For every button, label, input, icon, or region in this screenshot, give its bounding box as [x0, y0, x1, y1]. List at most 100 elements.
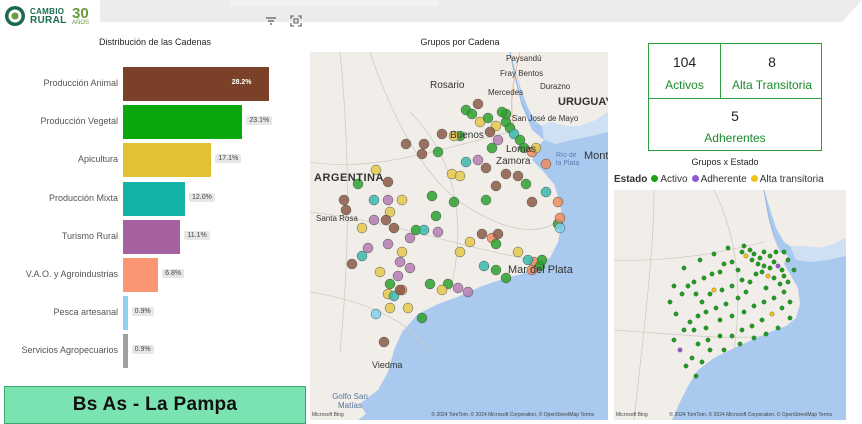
map2-marker[interactable]: [759, 317, 765, 323]
map2-marker[interactable]: [691, 327, 697, 333]
bar[interactable]: [123, 334, 128, 369]
map2-marker[interactable]: [785, 279, 791, 285]
map1-marker[interactable]: [520, 178, 532, 190]
map2-marker[interactable]: [767, 253, 773, 259]
map2-marker[interactable]: [725, 245, 731, 251]
map2-marker[interactable]: [751, 303, 757, 309]
map2-marker[interactable]: [763, 285, 769, 291]
map2-marker[interactable]: [781, 289, 787, 295]
map2-marker[interactable]: [781, 249, 787, 255]
map1-marker[interactable]: [380, 214, 392, 226]
map2-marker[interactable]: [771, 275, 777, 281]
map2-marker[interactable]: [699, 359, 705, 365]
legend-adherente[interactable]: Adherente: [701, 174, 747, 185]
map2-marker[interactable]: [717, 317, 723, 323]
map2-marker[interactable]: [735, 267, 741, 273]
map1-marker[interactable]: [418, 138, 430, 150]
map1-marker[interactable]: [480, 194, 492, 206]
map1-marker[interactable]: [382, 238, 394, 250]
map1-marker[interactable]: [480, 162, 492, 174]
map2-attribution[interactable]: © 2024 TomTom, © 2024 Microsoft Corporat…: [669, 412, 832, 418]
map2-marker[interactable]: [753, 271, 759, 277]
map1-marker[interactable]: [486, 142, 498, 154]
map2-marker[interactable]: [771, 259, 777, 265]
map2-marker[interactable]: [671, 283, 677, 289]
map1-marker[interactable]: [392, 270, 404, 282]
map1-marker[interactable]: [378, 336, 390, 348]
map1-marker[interactable]: [476, 228, 488, 240]
map2-marker[interactable]: [775, 325, 781, 331]
map1-marker[interactable]: [490, 180, 502, 192]
bar[interactable]: [123, 258, 159, 292]
map1-marker[interactable]: [396, 194, 408, 206]
map2-marker[interactable]: [709, 271, 715, 277]
map1-marker[interactable]: [362, 242, 374, 254]
bar[interactable]: [123, 181, 185, 216]
map1-marker[interactable]: [416, 312, 428, 324]
map2-marker[interactable]: [729, 259, 735, 265]
map2-marker[interactable]: [749, 257, 755, 263]
map1-marker[interactable]: [418, 224, 430, 236]
map2-marker[interactable]: [773, 249, 779, 255]
map2-marker[interactable]: [707, 291, 713, 297]
map1-marker[interactable]: [540, 158, 552, 170]
map2-marker[interactable]: [759, 269, 765, 275]
map2-marker[interactable]: [707, 347, 713, 353]
map1-marker[interactable]: [484, 126, 496, 138]
map2-marker[interactable]: [691, 279, 697, 285]
map1-marker[interactable]: [368, 194, 380, 206]
map2-marker[interactable]: [677, 347, 683, 353]
map1-marker[interactable]: [472, 98, 484, 110]
map1-marker[interactable]: [402, 302, 414, 314]
map2-marker[interactable]: [729, 333, 735, 339]
map2-marker[interactable]: [775, 263, 781, 269]
map1-marker[interactable]: [448, 196, 460, 208]
map1-marker[interactable]: [496, 106, 508, 118]
map2-marker[interactable]: [757, 255, 763, 261]
map1-marker[interactable]: [452, 282, 464, 294]
map2-marker[interactable]: [699, 299, 705, 305]
map1-marker[interactable]: [432, 226, 444, 238]
map2-marker[interactable]: [681, 327, 687, 333]
map2-marker[interactable]: [719, 287, 725, 293]
map2-marker[interactable]: [763, 331, 769, 337]
map1-marker[interactable]: [466, 108, 478, 120]
map2-marker[interactable]: [761, 263, 767, 269]
map2-marker[interactable]: [747, 247, 753, 253]
map2-marker[interactable]: [737, 341, 743, 347]
map1-marker[interactable]: [384, 302, 396, 314]
map2-marker[interactable]: [713, 305, 719, 311]
map1-marker[interactable]: [472, 154, 484, 166]
map2-marker[interactable]: [749, 323, 755, 329]
bar[interactable]: [123, 143, 212, 178]
map2-marker[interactable]: [791, 267, 797, 273]
map1-marker[interactable]: [454, 246, 466, 258]
map1-marker[interactable]: [500, 168, 512, 180]
map1-marker[interactable]: [462, 286, 474, 298]
map1-marker[interactable]: [436, 284, 448, 296]
map2-marker[interactable]: [703, 325, 709, 331]
map1-marker[interactable]: [396, 246, 408, 258]
map2-marker[interactable]: [761, 249, 767, 255]
map-grupos-x-estado[interactable]: Microsoft Bing © 2024 TomTom, © 2024 Mic…: [614, 190, 846, 420]
legend-alta-transitoria[interactable]: Alta transitoria: [760, 174, 824, 185]
map1-marker[interactable]: [554, 222, 566, 234]
map1-marker[interactable]: [454, 170, 466, 182]
map1-marker[interactable]: [478, 260, 490, 272]
map2-marker[interactable]: [741, 309, 747, 315]
region-button[interactable]: Bs As - La Pampa: [4, 386, 306, 424]
map1-marker[interactable]: [382, 194, 394, 206]
map1-marker[interactable]: [400, 138, 412, 150]
map2-marker[interactable]: [765, 273, 771, 279]
bar[interactable]: [123, 219, 181, 254]
map2-marker[interactable]: [695, 341, 701, 347]
map2-marker[interactable]: [679, 291, 685, 297]
map-grupos-por-cadena[interactable]: Paysandú Fray Bentos Rosario Mercedes Du…: [310, 52, 608, 420]
map2-marker[interactable]: [683, 363, 689, 369]
map2-marker[interactable]: [739, 249, 745, 255]
map1-marker[interactable]: [426, 190, 438, 202]
map1-marker[interactable]: [368, 214, 380, 226]
map2-marker[interactable]: [743, 253, 749, 259]
map1-marker[interactable]: [370, 308, 382, 320]
map2-marker[interactable]: [785, 257, 791, 263]
